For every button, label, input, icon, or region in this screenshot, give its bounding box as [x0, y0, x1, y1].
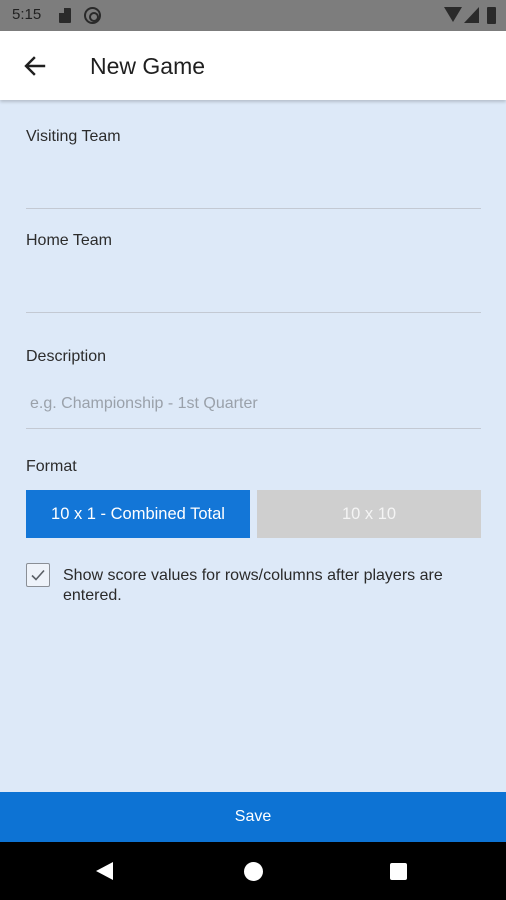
status-bar: 5:15 — [0, 0, 506, 31]
sd-card-icon — [59, 8, 71, 23]
format-option-10x10-button[interactable]: 10 x 10 — [257, 490, 481, 538]
nav-recents-icon[interactable] — [390, 863, 407, 880]
nav-home-icon[interactable] — [244, 862, 263, 881]
system-nav-bar — [0, 842, 506, 900]
data-saver-icon — [84, 7, 101, 24]
back-button[interactable] — [14, 45, 56, 87]
show-scores-checkbox[interactable] — [26, 563, 50, 587]
arrow-left-icon — [24, 56, 46, 76]
description-label: Description — [26, 348, 107, 365]
new-game-form: Visiting Team Home Team Description Form… — [0, 100, 506, 792]
wifi-icon — [444, 7, 462, 22]
nav-back-icon[interactable] — [96, 862, 113, 880]
visiting-team-input[interactable] — [26, 173, 481, 209]
check-icon — [31, 569, 45, 581]
show-scores-label: Show score values for rows/columns after… — [63, 567, 443, 604]
format-label: Format — [26, 458, 77, 475]
status-time: 5:15 — [12, 6, 42, 23]
page-title: New Game — [90, 53, 206, 79]
home-team-label: Home Team — [26, 232, 112, 249]
battery-icon — [487, 7, 496, 24]
home-team-input[interactable] — [26, 277, 481, 313]
description-input[interactable] — [26, 380, 481, 429]
save-button[interactable]: Save — [0, 792, 506, 842]
visiting-team-label: Visiting Team — [26, 128, 121, 145]
app-bar: New Game — [0, 31, 506, 100]
signal-icon — [464, 7, 479, 23]
format-option-10x1-button[interactable]: 10 x 1 - Combined Total — [26, 490, 250, 538]
